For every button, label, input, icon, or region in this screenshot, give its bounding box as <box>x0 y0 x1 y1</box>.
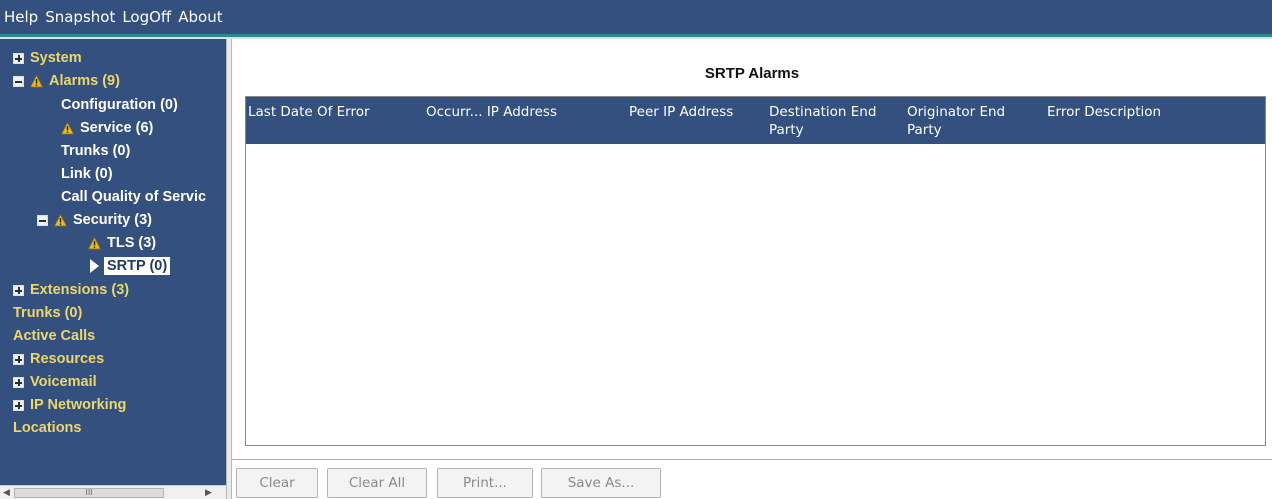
tree-item-label: TLS (3) <box>107 235 157 251</box>
expand-icon[interactable] <box>13 284 24 296</box>
navigation-tree-panel: System Alarms (9) Configuration (0) Serv… <box>0 39 226 499</box>
tree-item-tls[interactable]: TLS (3) <box>88 232 156 254</box>
page-title: SRTP Alarms <box>704 65 800 82</box>
tree-item-resources[interactable]: Resources <box>13 348 104 370</box>
tree-item-label: Extensions (3) <box>30 282 130 298</box>
tree-item-label: Locations <box>13 420 82 436</box>
tree-item-label: Trunks (0) <box>13 305 83 321</box>
tree-item-label: Voicemail <box>30 374 97 390</box>
tree-item-active-calls[interactable]: Active Calls <box>13 325 95 347</box>
menu-logoff[interactable]: LogOff <box>122 8 171 26</box>
expand-icon[interactable] <box>13 353 24 365</box>
expand-icon[interactable] <box>13 399 24 411</box>
expand-icon[interactable] <box>13 52 24 64</box>
tree-item-ip-networking[interactable]: IP Networking <box>13 394 126 416</box>
tree-item-alarms[interactable]: Alarms (9) <box>13 70 120 92</box>
scrollbar-grip: III <box>85 488 93 497</box>
warning-icon <box>54 213 67 226</box>
tree-item-configuration[interactable]: Configuration (0) <box>61 94 178 116</box>
tree-item-extensions[interactable]: Extensions (3) <box>13 279 129 301</box>
tree-item-label: Configuration (0) <box>61 97 178 113</box>
scroll-right-icon[interactable]: ▶ <box>205 488 212 498</box>
tree-item-label: Active Calls <box>13 328 96 344</box>
tree-item-link[interactable]: Link (0) <box>61 163 113 185</box>
warning-icon <box>30 74 43 87</box>
menu-bar: Help Snapshot LogOff About <box>0 0 1272 34</box>
warning-icon <box>61 121 74 134</box>
column-header-originator[interactable]: Originator End Party <box>907 103 1017 139</box>
tree-item-trunks[interactable]: Trunks (0) <box>13 302 82 324</box>
clear-button[interactable]: Clear <box>236 468 318 498</box>
menu-about[interactable]: About <box>178 8 222 26</box>
column-header-peer-ip[interactable]: Peer IP Address <box>629 103 759 121</box>
column-header-error-description[interactable]: Error Description <box>1047 103 1227 121</box>
menu-help[interactable]: Help <box>4 8 38 26</box>
button-bar-divider <box>232 459 1272 460</box>
tree-item-label: Call Quality of Servic <box>61 189 207 205</box>
print-button[interactable]: Print... <box>437 468 533 498</box>
clear-all-button[interactable]: Clear All <box>327 468 427 498</box>
scroll-left-icon[interactable]: ◀ <box>3 488 10 498</box>
tree-item-label: Alarms (9) <box>49 73 120 89</box>
tree-item-system[interactable]: System <box>13 47 82 69</box>
tree-item-label: Trunks (0) <box>61 143 131 159</box>
main-panel: SRTP Alarms Last Date Of Error Occurr...… <box>232 39 1272 499</box>
horizontal-scrollbar[interactable]: ◀ III ▶ <box>0 485 226 499</box>
tree-item-service[interactable]: Service (6) <box>61 117 153 139</box>
tree-item-label: Resources <box>30 351 105 367</box>
tree-item-label: Link (0) <box>61 166 113 182</box>
tree-item-label: Security (3) <box>73 212 152 228</box>
tree-item-label: System <box>30 50 82 66</box>
column-header-occurrences-ip[interactable]: Occurr... IP Address <box>426 103 626 121</box>
tree-item-label: IP Networking <box>30 397 127 413</box>
column-header-last-date[interactable]: Last Date Of Error <box>248 103 388 121</box>
selected-caret-icon <box>90 259 99 273</box>
alarms-table: Last Date Of Error Occurr... IP Address … <box>245 96 1266 446</box>
save-as-button[interactable]: Save As... <box>541 468 661 498</box>
column-header-destination[interactable]: Destination End Party <box>769 103 884 139</box>
table-header: Last Date Of Error Occurr... IP Address … <box>246 97 1265 144</box>
tree-item-call-quality[interactable]: Call Quality of Servic <box>61 186 206 208</box>
collapse-icon[interactable] <box>13 75 24 87</box>
tree-item-label: SRTP (0) <box>104 257 171 275</box>
tree-item-label: Service (6) <box>80 120 154 136</box>
tree-item-srtp[interactable]: SRTP (0) <box>90 255 171 277</box>
collapse-icon[interactable] <box>37 214 48 226</box>
tree-item-locations[interactable]: Locations <box>13 417 81 439</box>
warning-icon <box>88 236 101 249</box>
tree-item-voicemail[interactable]: Voicemail <box>13 371 97 393</box>
tree-item-trunks-alarm[interactable]: Trunks (0) <box>61 140 130 162</box>
expand-icon[interactable] <box>13 376 24 388</box>
scrollbar-thumb[interactable]: III <box>14 488 164 498</box>
menu-snapshot[interactable]: Snapshot <box>45 8 115 26</box>
tree-item-security[interactable]: Security (3) <box>37 209 152 231</box>
